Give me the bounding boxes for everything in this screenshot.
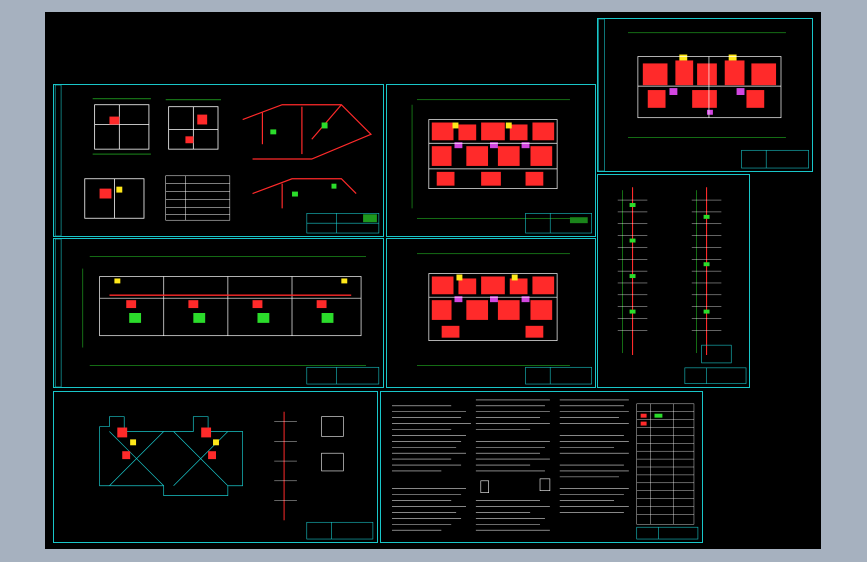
sheet-floor-plan-a[interactable]: [386, 84, 596, 237]
sheet-floor-plan-b[interactable]: [386, 238, 596, 388]
floor-plan-a-drawing: [411, 99, 592, 234]
roof-plan-drawing: [99, 411, 374, 540]
long-plan-drawing: [54, 239, 380, 387]
notes-drawing: [391, 399, 699, 540]
sheet-notes[interactable]: [380, 391, 703, 543]
floor-plan-b-drawing: [417, 253, 592, 385]
plan-top-right-drawing: [598, 19, 809, 171]
drawing-canvas[interactable]: [45, 12, 821, 549]
sheet-plan-top-right[interactable]: [597, 18, 813, 172]
details-drawing: [54, 85, 380, 236]
sheet-risers[interactable]: [597, 174, 750, 388]
risers-drawing: [617, 187, 747, 384]
sheet-roof-plan[interactable]: [53, 391, 378, 543]
sheet-details-top-left[interactable]: [53, 84, 384, 237]
sheet-long-plan[interactable]: [53, 238, 384, 388]
